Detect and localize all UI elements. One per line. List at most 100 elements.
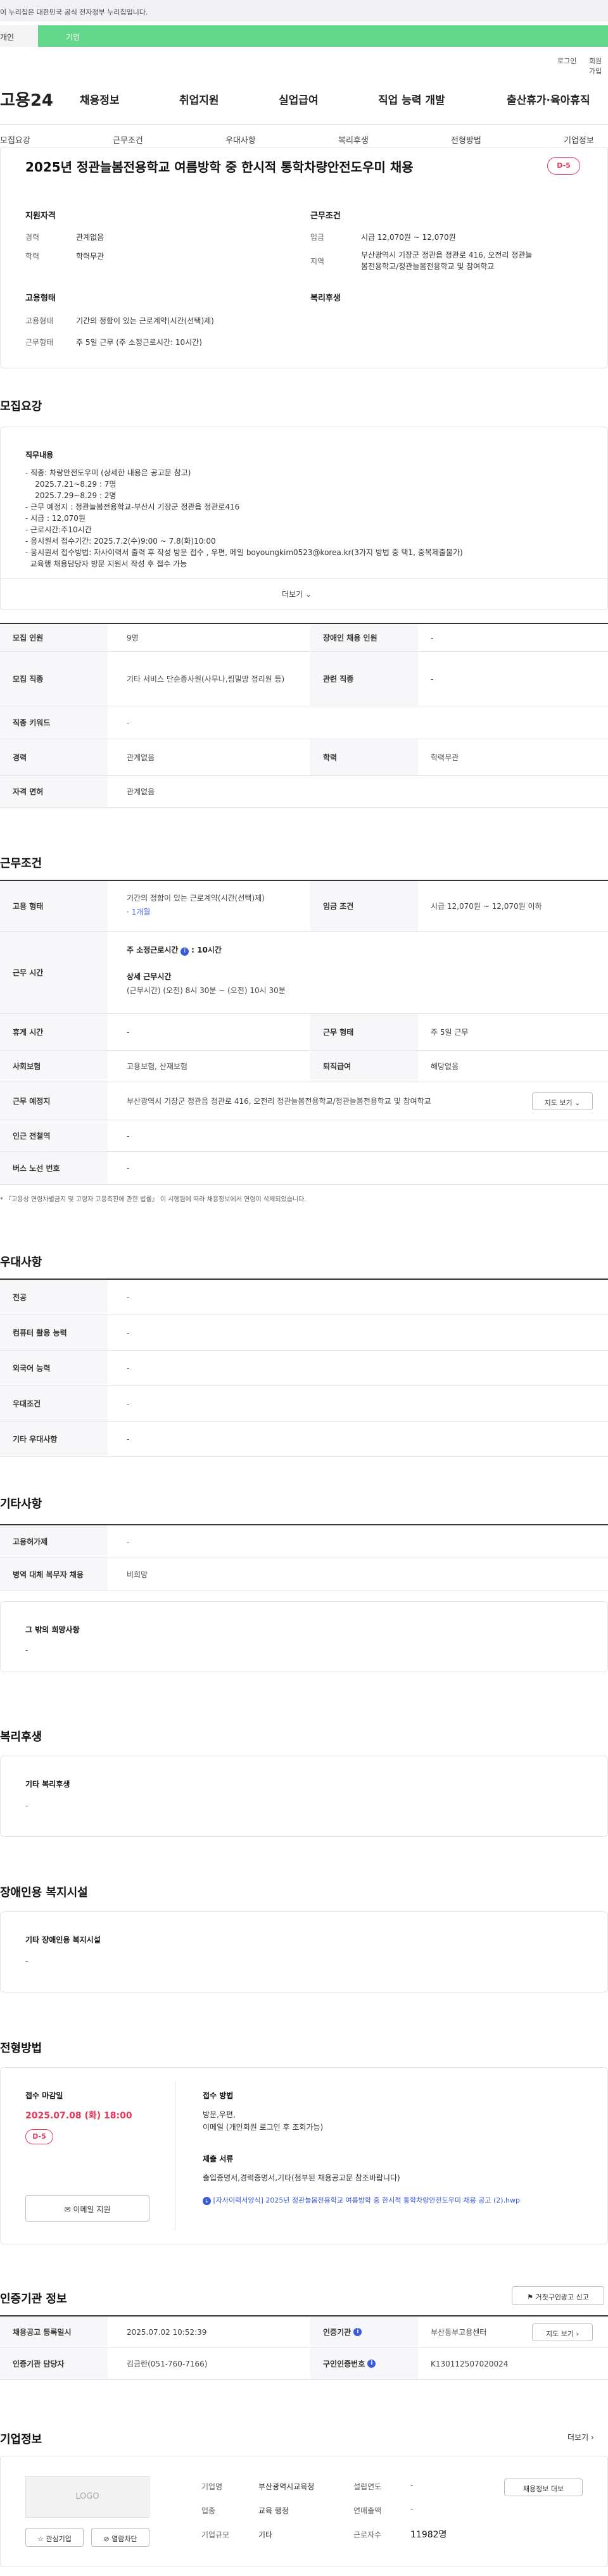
table-row: 기타 우대사항 -: [0, 1422, 608, 1457]
duty-line: - 근무 예정지 : 정관늘봄전용학교-부산시 기장군 정관읍 정관로416: [25, 503, 240, 511]
method-value: 이메일 (개인회원 로그인 후 조회가능): [203, 2123, 324, 2132]
dday-badge: D-5: [25, 2129, 53, 2144]
company-more-label: 더보기: [567, 2433, 589, 2442]
block-icon: ⊘: [103, 2535, 110, 2543]
report-button[interactable]: ⚑ 거짓구인광고 신고: [512, 2286, 604, 2305]
row-value: -: [127, 1027, 130, 1037]
info-icon[interactable]: i: [353, 2328, 362, 2336]
company-more-link[interactable]: 더보기 ›: [567, 2432, 594, 2442]
row-value: 9명: [127, 634, 139, 642]
agency-label: 인증기관: [323, 2328, 352, 2337]
tab-person[interactable]: 개인: [0, 25, 38, 47]
join-link[interactable]: 회원가입: [589, 56, 608, 76]
block-company-button[interactable]: ⊘ 열람차단: [91, 2528, 149, 2547]
tab-recruit[interactable]: 모집요강: [0, 134, 30, 146]
row-label: 모집 직종: [0, 652, 108, 706]
section-title-recruit: 모집요강: [0, 400, 42, 413]
table-row: 컴퓨터 활용 능력 -: [0, 1315, 608, 1351]
method-label: 접수 방법: [203, 2091, 234, 2100]
table-row: 인증기관 담당자 김금란(051-760-7166) 구인인증번호 i K130…: [0, 2348, 608, 2380]
tab-work[interactable]: 근무조건: [113, 134, 143, 146]
gnb-item[interactable]: 취업지원: [179, 91, 219, 107]
row-label: 휴게 시간: [0, 1014, 108, 1050]
gnb-item[interactable]: 출산휴가·육아휴직: [507, 91, 590, 107]
type-value: 기간의 정함이 있는 근로계약(시간(선택)제): [127, 894, 265, 903]
site-logo[interactable]: 고용24: [0, 87, 53, 111]
row-label: 모집 인원: [0, 624, 108, 651]
table-row: 모집 인원 9명 장애인 채용 인원 -: [0, 624, 608, 652]
email-apply-button[interactable]: ✉ 이메일 지원: [25, 2195, 149, 2222]
map-button[interactable]: 지도 보기 ⌄: [532, 1092, 593, 1110]
attachment-link[interactable]: ↓ [자사이력서양식] 2025년 정관늘봄전용학교 여름방학 중 한시적 통학…: [203, 2195, 595, 2205]
table-row: 병역 대체 복무자 채용 비희망: [0, 1558, 608, 1591]
login-link[interactable]: 로그인: [557, 56, 576, 66]
other-card: [0, 1601, 608, 1672]
fav-label: 관심기업: [46, 2535, 72, 2543]
gnb-item[interactable]: 직업 능력 개발: [378, 91, 445, 107]
size-label: 기업규모: [201, 2530, 230, 2539]
table-row: 사회보험 고용보험, 산재보험 퇴직급여 해당없음: [0, 1051, 608, 1082]
duty-line: 2025.7.21~8.29 : 7명: [25, 480, 117, 489]
info-icon[interactable]: i: [367, 2360, 376, 2368]
info-icon[interactable]: i: [180, 947, 189, 956]
tab-company[interactable]: 기업정보: [564, 134, 594, 146]
row-value: 기간의 정함이 있는 근로계약(시간(선택)제) · 1개월: [127, 891, 265, 919]
row-value: 부산동부고용센터: [431, 2328, 487, 2337]
row-label: 인증기관 i: [310, 2317, 418, 2348]
gnb-item[interactable]: 채용정보: [80, 91, 120, 107]
fav-company-button[interactable]: ☆ 관심기업: [25, 2528, 84, 2547]
tab-welfare[interactable]: 복리후생: [338, 134, 369, 146]
table-row: 우대조건 -: [0, 1386, 608, 1422]
duty-line: - 응시원서 접수기간: 2025.7.2(수)9:00 ~ 7.8(화)10:…: [25, 537, 216, 546]
disab-value: -: [25, 1957, 28, 1966]
row-value: K130112507020024: [431, 2359, 509, 2368]
deadline-value: 2025.07.08 (화) 18:00: [25, 2111, 132, 2121]
duty-content: - 직종: 차량안전도우미 (상세한 내용은 공고문 참고) 2025.7.21…: [25, 467, 463, 570]
company-jobs-button[interactable]: 채용정보 더보: [504, 2479, 583, 2496]
divider: [0, 578, 608, 579]
more-label: 더보기: [282, 590, 303, 599]
deadline-label: 접수 마감일: [25, 2091, 63, 2100]
duty-line: - 근로시간:주10시간: [25, 525, 92, 534]
edu-label: 학력: [25, 252, 40, 261]
row-label: 고용 형태: [0, 881, 108, 931]
welfare-sub: 기타 복리후생: [25, 1780, 70, 1789]
tab-process[interactable]: 전형방법: [451, 134, 481, 146]
row-value: -: [127, 1292, 130, 1302]
gnb-item[interactable]: 실업급여: [279, 91, 319, 107]
company-name: 부산광역시교육청: [258, 2482, 315, 2491]
row-value: -: [127, 1434, 130, 1444]
disab-sub: 기타 장애인용 복지시설: [25, 1935, 101, 1944]
table-row: 고용 형태 기간의 정함이 있는 근로계약(시간(선택)제) · 1개월 임금 …: [0, 881, 608, 932]
row-label: 자격 면허: [0, 776, 108, 807]
type-label: 고용형태: [25, 316, 54, 325]
tab-pref[interactable]: 우대사항: [225, 134, 256, 146]
star-icon: ☆: [37, 2535, 44, 2543]
cert-label: 구인인증번호: [323, 2360, 365, 2368]
section-title-pref: 우대사항: [0, 1256, 42, 1269]
table-row: 근무 시간 주 소정근로시간 i : 10시간 상세 근무시간 (근무시간) (…: [0, 932, 608, 1014]
table-row: 인근 전철역 -: [0, 1120, 608, 1152]
row-value: 기타 서비스 단순종사원(사무나,림밀방 정리원 등): [127, 674, 285, 684]
dday-badge: D-5: [547, 157, 580, 175]
row-value: 비희망: [127, 1570, 148, 1579]
tab-company[interactable]: 기업: [38, 25, 608, 47]
row-label: 인근 전철역: [0, 1120, 108, 1151]
block-label: 열람차단: [111, 2535, 137, 2543]
map-button[interactable]: 지도 보기 ›: [532, 2323, 593, 2341]
row-value: 부산광역시 기장군 정관읍 정관로 416, 오전리 정관늘봄전용학교/정관늘봄…: [127, 1097, 431, 1106]
row-value: -: [431, 633, 434, 642]
section-title-disab: 장애인용 복지시설: [0, 1886, 88, 1899]
row-value: 김금란(051-760-7166): [127, 2360, 208, 2368]
row-label: 구인인증번호 i: [310, 2348, 418, 2379]
age-note: * 『고용상 연령차별금지 및 고령자 고용촉진에 관한 법률』 이 시행됨에 …: [0, 1196, 307, 1203]
table-row: 고용허가제 -: [0, 1525, 608, 1558]
row-label: 근무 예정지: [0, 1082, 108, 1120]
employees-value: 11982명: [410, 2530, 447, 2540]
section-title-process: 전형방법: [0, 2042, 42, 2055]
duty-line: - 응시원서 접수방법: 자사이력서 출력 후 작성 방문 접수 , 우편, 메…: [25, 548, 463, 557]
welfare-card: [0, 1756, 608, 1837]
region-label: 지역: [310, 257, 325, 266]
more-button[interactable]: 더보기 ⌄: [282, 589, 312, 599]
docs-label: 제출 서류: [203, 2154, 234, 2163]
